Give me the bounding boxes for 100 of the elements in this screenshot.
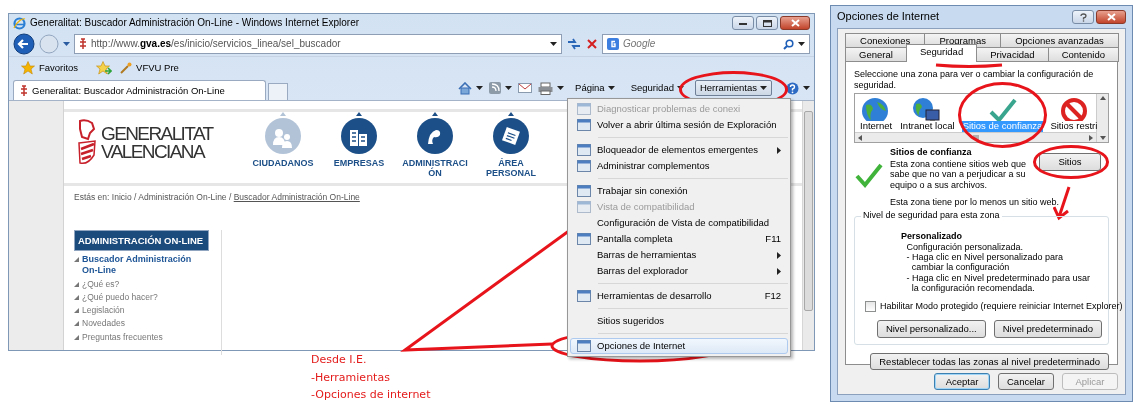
caret-icon xyxy=(803,86,810,90)
sites-button[interactable]: Sitios xyxy=(1039,153,1101,171)
dialog-tab[interactable]: Conexiones xyxy=(845,33,926,48)
search-field[interactable]: Google xyxy=(602,34,810,54)
feed-icon[interactable] xyxy=(489,82,502,94)
dialog-tab[interactable]: Opciones avanzadas xyxy=(1000,33,1119,48)
sidebar-link[interactable]: Preguntas frecuentes xyxy=(82,331,163,342)
bullet-icon xyxy=(74,334,79,340)
command-menu[interactable]: Herramientas xyxy=(694,80,772,96)
menu-item[interactable]: Trabajar sin conexión xyxy=(570,183,788,199)
close-button[interactable] xyxy=(1096,10,1126,24)
window-title: Generalitat: Buscador Administración On-Line - Windows Internet Explorer xyxy=(30,17,360,29)
shortcut-label: F11 xyxy=(765,233,781,245)
help-button[interactable] xyxy=(1072,10,1094,24)
checkbox[interactable] xyxy=(865,301,876,313)
back-button[interactable] xyxy=(13,33,35,55)
close-icon xyxy=(1106,13,1116,21)
maximize-icon xyxy=(762,19,772,27)
breadcrumb-link[interactable]: Buscador Administración On-Line xyxy=(233,191,360,202)
help-icon[interactable] xyxy=(786,81,799,95)
sidebar-link[interactable]: Legislación xyxy=(82,305,125,316)
caret-icon xyxy=(550,42,557,47)
sidebar-link[interactable]: ¿Qué es? xyxy=(82,278,120,290)
caret-icon xyxy=(760,86,767,90)
menu-item[interactable]: Volver a abrir última sesión de Exploración xyxy=(570,117,788,133)
menu-item[interactable]: Pantalla completa F11 xyxy=(570,231,788,247)
menu-item[interactable]: Barras de herramientas xyxy=(570,247,788,263)
bullet-icon xyxy=(74,295,79,301)
dialog-button[interactable]: Aceptar xyxy=(934,372,990,390)
zone-item[interactable]: Intranet local xyxy=(899,96,956,133)
menu-item[interactable]: Bloqueador de elementos emergentes xyxy=(570,142,788,158)
stop-icon[interactable] xyxy=(586,38,598,50)
address-field[interactable]: http://www.gva.es/es/inicio/servicios_linea/sel_buscador xyxy=(74,34,562,54)
mail-icon[interactable] xyxy=(518,83,533,93)
window-icon xyxy=(577,184,591,198)
level-button[interactable]: Nivel personalizado... xyxy=(876,320,986,338)
zone-item[interactable]: Internet xyxy=(859,96,894,133)
window-icon xyxy=(577,232,591,246)
annotation-underline xyxy=(934,62,1004,69)
nav-section-icon[interactable] xyxy=(340,112,378,156)
grip-icon xyxy=(972,135,979,141)
zone-item[interactable]: Sitios restri xyxy=(1049,96,1099,133)
home-icon[interactable] xyxy=(458,81,473,95)
window-icon xyxy=(577,118,591,132)
reset-zones-button[interactable]: Restablecer todas las zonas al nivel predeterminado xyxy=(870,352,1109,371)
favicon-icon xyxy=(79,38,87,50)
window-icon xyxy=(577,159,591,173)
sidebar-link[interactable]: ¿Qué puedo hacer? xyxy=(82,292,158,303)
dialog-tab[interactable]: Seguridad xyxy=(905,44,978,62)
dialog-title: Opciones de Internet xyxy=(837,10,940,24)
search-icon[interactable] xyxy=(783,38,794,50)
menu-item[interactable]: Administrar complementos xyxy=(570,158,788,174)
window-icon xyxy=(577,143,591,157)
bullet-icon xyxy=(74,257,79,263)
sidebar-link[interactable]: Buscador Administración On-Line xyxy=(82,254,209,276)
caret-icon xyxy=(505,86,513,90)
menu-item[interactable]: Herramientas de desarrollo F12 xyxy=(570,288,788,304)
refresh-icon[interactable] xyxy=(566,37,582,51)
close-button[interactable] xyxy=(780,16,810,30)
minimize-icon xyxy=(739,21,747,25)
sidebar-link[interactable]: Novedades xyxy=(82,318,125,329)
caret-icon xyxy=(676,86,684,90)
dialog-tab[interactable]: General xyxy=(845,47,907,62)
minimize-button[interactable] xyxy=(732,16,754,30)
maximize-button[interactable] xyxy=(756,16,778,30)
nav-link[interactable]: EMPRESAS xyxy=(323,158,395,169)
zone-title: Sitios de confianza xyxy=(890,147,972,159)
menu-item[interactable]: Configuración de Vista de compatibilidad xyxy=(570,215,788,231)
bullet-icon xyxy=(74,308,79,314)
menu-item[interactable]: Barras del explorador xyxy=(570,263,788,279)
search-input[interactable]: Google xyxy=(623,38,773,50)
scroll-up-icon xyxy=(1099,96,1106,101)
printer-icon[interactable] xyxy=(538,81,554,95)
window-icon xyxy=(577,200,591,214)
level-title: Personalizado xyxy=(901,230,964,242)
dialog-tab[interactable]: Contenido xyxy=(1047,47,1119,62)
annotation-text: Desde I.E. xyxy=(311,352,368,368)
logo-text: GENERALITAT xyxy=(101,124,213,143)
nav-link[interactable]: CIUDADANOS xyxy=(247,158,319,169)
nav-section-icon[interactable] xyxy=(492,112,530,156)
command-menu[interactable]: Página xyxy=(570,80,620,96)
command-menu[interactable]: Seguridad xyxy=(625,80,689,96)
level-button[interactable]: Nivel predeterminado xyxy=(993,320,1102,338)
menu-item[interactable]: Sitios sugeridos xyxy=(570,313,788,329)
window-icon xyxy=(577,289,591,303)
dialog-tab[interactable]: Privacidad xyxy=(976,47,1049,62)
nav-link[interactable]: ÁREA PERSONAL xyxy=(475,158,547,179)
browser-tab[interactable]: Generalitat: Buscador Administración On-Line xyxy=(13,80,266,100)
dialog-button[interactable]: Cancelar xyxy=(998,372,1054,390)
nav-section-icon[interactable] xyxy=(416,112,454,156)
favorites-button[interactable]: Favoritos xyxy=(39,61,79,74)
nav-link[interactable]: ADMINISTRACIÓN xyxy=(399,158,471,179)
annotation-text: -Herramientas xyxy=(311,369,391,386)
instruction-text: Seleccione una zona para ver o cambiar la configuración de seguridad. xyxy=(854,68,1095,91)
caret-icon xyxy=(557,86,565,90)
bullet-icon xyxy=(74,281,79,287)
level-description: Configuración personalizada. xyxy=(905,241,1024,252)
close-icon xyxy=(790,19,800,27)
favorites-link[interactable]: VFVU Pre xyxy=(136,61,179,74)
question-mark-icon xyxy=(1079,12,1087,22)
